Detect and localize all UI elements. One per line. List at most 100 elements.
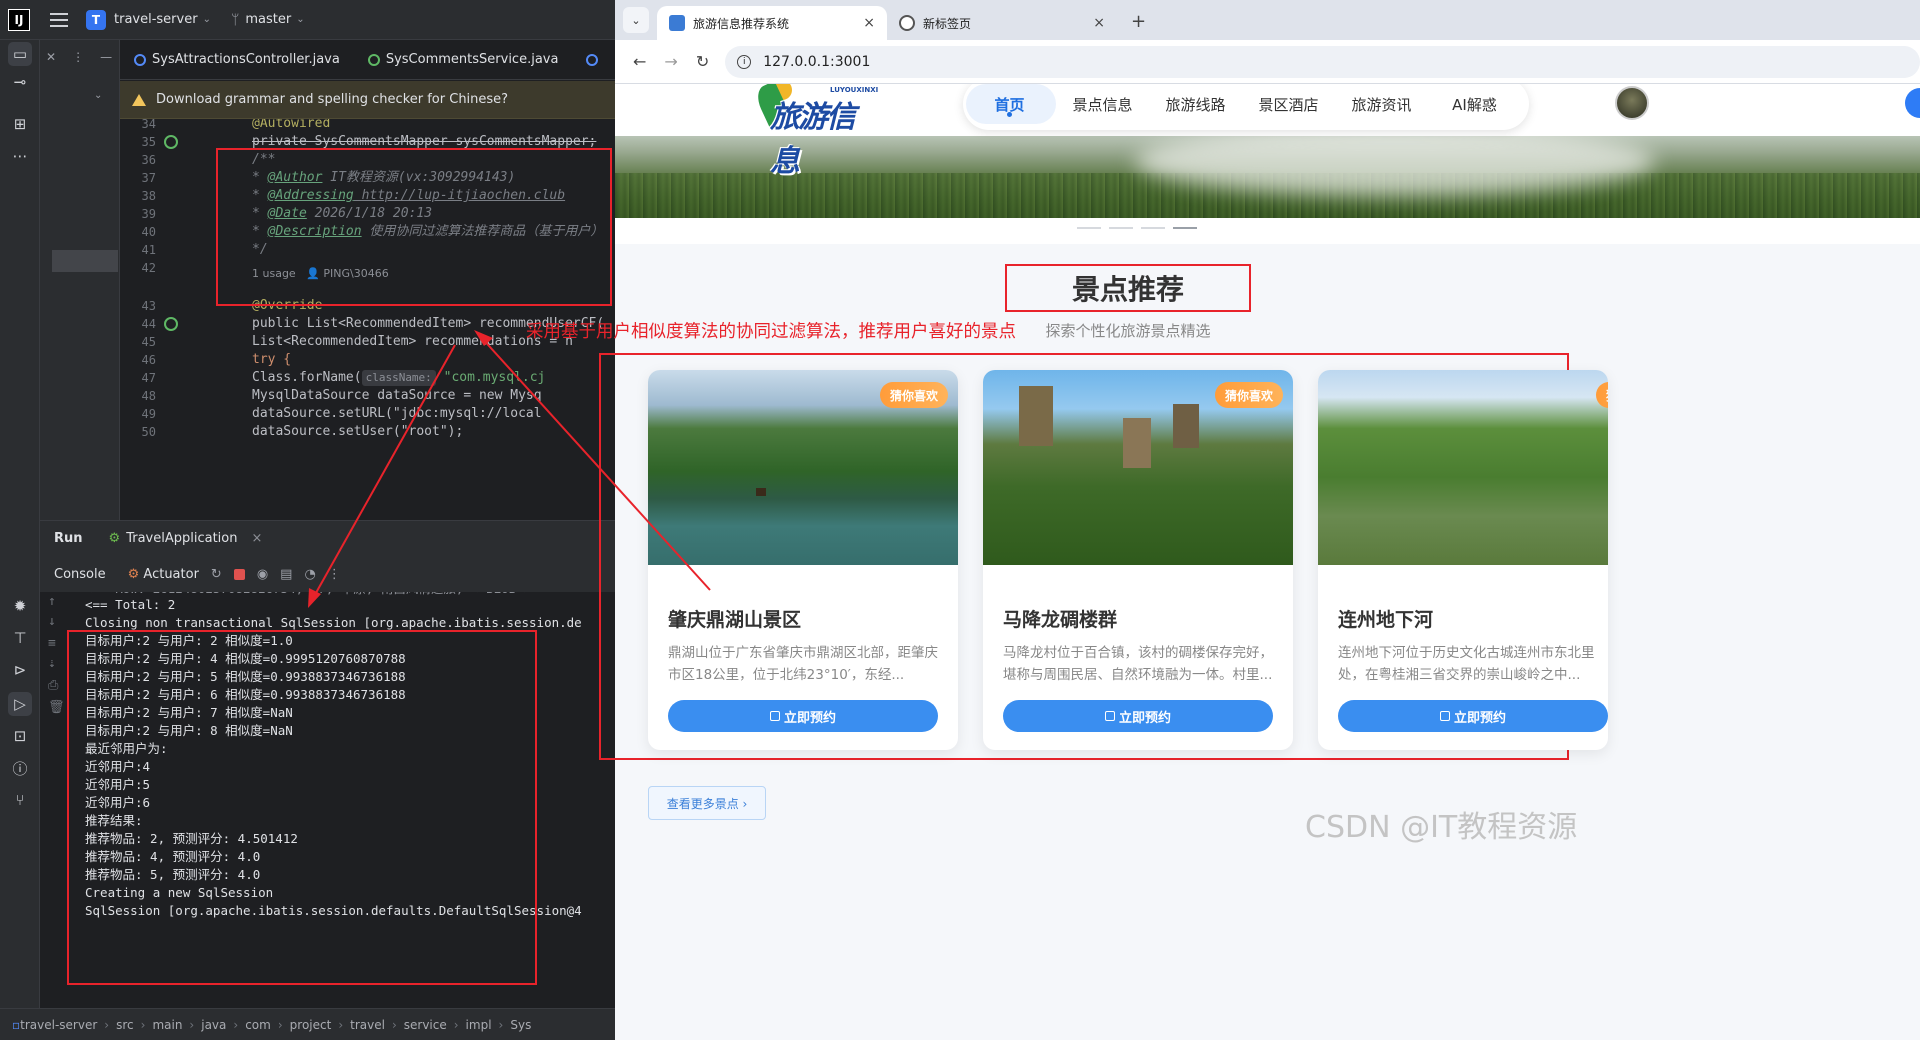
browser-tab-newtab[interactable]: 新标签页 ×: [887, 6, 1117, 40]
carousel-dot[interactable]: [1141, 227, 1165, 229]
nav-attractions[interactable]: 景点信息: [1056, 84, 1149, 130]
interface-icon: [367, 53, 380, 66]
structure-icon[interactable]: ⊞: [8, 112, 32, 136]
forward-icon[interactable]: →: [664, 52, 677, 71]
browser-tab-active[interactable]: 旅游信息推荐系统 ×: [657, 6, 887, 40]
selected-tree-node[interactable]: [52, 250, 118, 272]
breadcrumb-item[interactable]: project: [290, 1018, 332, 1032]
view-more-button[interactable]: 查看更多景点 ›: [648, 786, 766, 820]
stop-icon[interactable]: [233, 568, 245, 580]
breadcrumb-item[interactable]: Sys: [510, 1018, 531, 1032]
close-tab-icon[interactable]: ×: [863, 15, 875, 31]
console-tab[interactable]: Console: [54, 567, 106, 582]
close-icon[interactable]: ×: [251, 531, 262, 546]
carousel-dot-active[interactable]: [1173, 227, 1197, 229]
code-line: dataSource.setUser("root");: [252, 424, 464, 439]
carousel-dot[interactable]: [1077, 227, 1101, 229]
blue-action-button[interactable]: [1905, 88, 1920, 118]
main-menu-icon[interactable]: [50, 12, 68, 27]
nav-news[interactable]: 旅游资讯: [1335, 84, 1428, 130]
console-side-toolbar: ↑ ↓ ≡ ⇣ ⎙ 🗑: [40, 592, 70, 1008]
problems-icon[interactable]: ⓘ: [8, 756, 32, 780]
rerun-icon[interactable]: ↻: [211, 567, 222, 582]
carousel-indicators: [615, 218, 1920, 244]
spring-icon: ⚙: [108, 531, 121, 546]
user-avatar[interactable]: [1615, 86, 1649, 120]
site-info-icon[interactable]: i: [737, 54, 752, 69]
new-tab-icon[interactable]: +: [1131, 11, 1146, 32]
close-tab-icon[interactable]: ×: [1093, 15, 1105, 31]
back-icon[interactable]: ←: [633, 52, 646, 71]
annotation-box-console: [67, 630, 537, 985]
nav-ai[interactable]: AI解惑: [1428, 84, 1521, 130]
browser-tab-strip: ⌄ 旅游信息推荐系统 × 新标签页 × +: [615, 0, 1920, 40]
camera-icon[interactable]: ◉: [257, 567, 268, 582]
intellij-logo-icon[interactable]: IJ: [8, 8, 30, 31]
breadcrumb-item[interactable]: src: [116, 1018, 134, 1032]
chevron-down-icon[interactable]: ⌄: [296, 14, 304, 25]
address-bar[interactable]: i 127.0.0.1:3001: [725, 45, 1920, 78]
carousel-dot[interactable]: [1109, 227, 1133, 229]
gutter-implementation-icon[interactable]: [164, 135, 178, 149]
tab-search-icon[interactable]: ⌄: [623, 7, 649, 33]
breadcrumb-item[interactable]: travel-server: [20, 1018, 97, 1032]
run-icon[interactable]: ▷: [8, 692, 32, 716]
wrap-icon[interactable]: ≡: [48, 636, 56, 651]
more-options-icon[interactable]: ⋮: [328, 567, 341, 582]
terminal-icon[interactable]: ⊡: [8, 724, 32, 748]
ide-window: IJ T travel-server ⌄ ᛘ master ⌄ ▭ ⊸ ⊞ ⋯ …: [0, 0, 615, 1040]
tab-attractions-controller[interactable]: SysAttractionsController.java: [120, 40, 354, 80]
arrow-down-icon[interactable]: ↓: [48, 614, 56, 629]
project-name[interactable]: travel-server: [114, 12, 198, 27]
debug-icon[interactable]: ✹: [8, 594, 32, 618]
gutter-override-icon[interactable]: [164, 317, 178, 331]
gauge-icon[interactable]: ◔: [304, 567, 315, 582]
nav-hotels[interactable]: 景区酒店: [1242, 84, 1335, 130]
class-icon: [134, 53, 146, 66]
site-header: LUYOUXINXI 旅游信息 首页 景点信息 旅游线路 景区酒店 旅游资讯 A…: [615, 84, 1920, 179]
breadcrumb-item[interactable]: travel: [350, 1018, 385, 1032]
annotation-box-code: [216, 148, 612, 306]
trash-icon[interactable]: 🗑: [48, 700, 65, 715]
nav-home[interactable]: 首页: [963, 84, 1056, 130]
class-icon: [586, 53, 599, 66]
collapse-icon[interactable]: ✕: [46, 50, 56, 64]
spellcheck-banner[interactable]: Download grammar and spelling checker fo…: [120, 81, 615, 119]
reload-icon[interactable]: ↻: [696, 52, 709, 71]
build-icon[interactable]: ⊤: [8, 626, 32, 650]
globe-icon: [899, 15, 915, 31]
scroll-end-icon[interactable]: ⇣: [48, 656, 56, 671]
folder-icon[interactable]: ▭: [8, 42, 32, 66]
breadcrumb-item[interactable]: service: [404, 1018, 447, 1032]
chevron-down-icon[interactable]: ⌄: [203, 14, 211, 25]
breadcrumb-item[interactable]: impl: [466, 1018, 492, 1032]
site-logo[interactable]: LUYOUXINXI 旅游信息: [752, 84, 880, 179]
breadcrumb-item[interactable]: java: [201, 1018, 226, 1032]
line-number: 42: [141, 261, 156, 275]
breadcrumb-item[interactable]: com: [245, 1018, 271, 1032]
chevron-down-icon[interactable]: ⌄: [94, 90, 102, 101]
hide-icon[interactable]: —: [100, 50, 112, 64]
run-toolbar: Console ⚙ Actuator ↻ ◉ ▤ ◔ ⋮: [40, 556, 615, 592]
nav-routes[interactable]: 旅游线路: [1149, 84, 1242, 130]
banner-text: Download grammar and spelling checker fo…: [156, 92, 509, 107]
tab-comments-service[interactable]: SysCommentsService.java: [354, 40, 573, 80]
arrow-up-icon[interactable]: ↑: [48, 594, 56, 609]
run-app-tab[interactable]: ⚙ TravelApplication ×: [109, 531, 263, 546]
more-icon[interactable]: ⋯: [8, 144, 32, 168]
breadcrumb-item[interactable]: main: [152, 1018, 182, 1032]
actuator-tab[interactable]: ⚙ Actuator: [128, 567, 199, 582]
branch-name[interactable]: master: [245, 12, 291, 27]
ide-title-bar: IJ T travel-server ⌄ ᛘ master ⌄: [0, 0, 615, 40]
web-page: LUYOUXINXI 旅游信息 首页 景点信息 旅游线路 景区酒店 旅游资讯 A…: [615, 84, 1920, 1040]
services-icon[interactable]: ⊳: [8, 658, 32, 682]
print-icon[interactable]: ⎙: [48, 678, 58, 693]
commit-icon[interactable]: ⊸: [8, 70, 32, 94]
warning-icon: [132, 93, 146, 106]
options-icon[interactable]: ⋮: [72, 50, 84, 64]
editor-tabs: SysAttractionsController.java SysComment…: [120, 40, 615, 80]
run-label[interactable]: Run: [54, 531, 83, 546]
dump-icon[interactable]: ▤: [280, 567, 292, 582]
git-icon[interactable]: ⑂: [8, 788, 32, 812]
tab-overflow[interactable]: [572, 40, 618, 80]
